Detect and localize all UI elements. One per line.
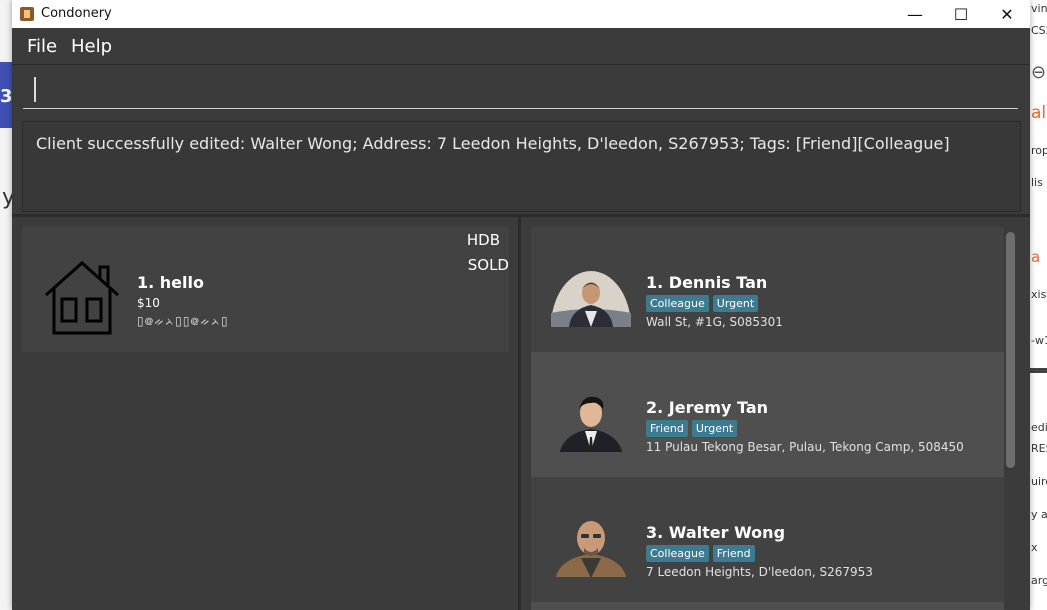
background-right-edge: ving CS2 ⊖ all rop lis a xist -w1 edi RE… [1030,0,1047,610]
avatar [559,396,623,452]
property-card[interactable]: 1. hello $10 ▯᪤ᨀᨂ▯▯᪤ᨀᨂ▯ HDB SOLD [22,227,509,352]
command-box[interactable] [23,70,1018,109]
horizontal-divider [12,214,1030,217]
property-type: HDB [466,231,500,249]
maximize-button[interactable]: ☐ [938,0,984,28]
property-extra: ▯᪤ᨀᨂ▯▯᪤ᨀᨂ▯ [137,314,229,328]
client-name: 3. Walter Wong [646,523,786,542]
avatar [551,271,631,327]
tag: Friend [712,545,755,562]
client-address: 11 Pulau Tekong Besar, Pulau, Tekong Cam… [646,440,964,454]
menu-file[interactable]: File [27,36,57,57]
client-address: 7 Leedon Heights, D'leedon, S267953 [646,565,873,579]
menu-help[interactable]: Help [71,36,112,57]
tag: Colleague [646,295,709,312]
tag: Urgent [712,295,759,312]
client-tags: Colleague Friend [646,545,755,562]
result-message: Client successfully edited: Walter Wong;… [36,134,950,153]
client-card[interactable]: 2. Jeremy Tan Friend Urgent 11 Pulau Tek… [531,352,1004,477]
close-button[interactable]: ✕ [984,0,1030,28]
command-input[interactable] [39,74,1003,106]
background-left-edge: 3 y [0,0,15,610]
client-name: 2. Jeremy Tan [646,398,769,417]
app-icon [20,7,34,21]
client-list-scrollbar[interactable] [1005,230,1016,470]
property-status: SOLD [467,256,509,274]
tag: Urgent [691,420,738,437]
scroll-thumb[interactable] [1006,232,1015,468]
background-bar [1030,368,1047,373]
client-tags: Colleague Urgent [646,295,759,312]
menu-bar: File Help [12,28,1030,65]
background-circle-icon: ⊖ [1031,62,1047,83]
client-list: 1. Dennis Tan Colleague Urgent Wall St, … [531,227,1004,610]
app-window: Condonery — ☐ ✕ File Help Client success… [12,0,1030,610]
client-card[interactable]: 3. Walter Wong Colleague Friend 7 Leedon… [531,477,1004,602]
client-address: Wall St, #1G, S085301 [646,315,783,329]
background-blue-block: 3 [0,62,13,128]
client-name: 1. Dennis Tan [646,273,768,292]
avatar [555,521,627,577]
client-tags: Friend Urgent [646,420,738,437]
client-card[interactable]: 1. Dennis Tan Colleague Urgent Wall St, … [531,227,1004,352]
minimize-button[interactable]: — [892,0,938,28]
window-title: Condonery [41,6,112,21]
tag: Friend [646,420,688,437]
tag: Colleague [646,545,709,562]
house-icon [45,260,119,335]
property-price: $10 [137,296,160,310]
split-pane-divider[interactable] [518,217,521,610]
client-card-partial[interactable] [531,602,1004,610]
text-caret [34,77,36,102]
property-name: 1. hello [137,273,204,292]
title-bar[interactable]: Condonery — ☐ ✕ [12,0,1030,28]
result-display: Client successfully edited: Walter Wong;… [22,121,1021,212]
